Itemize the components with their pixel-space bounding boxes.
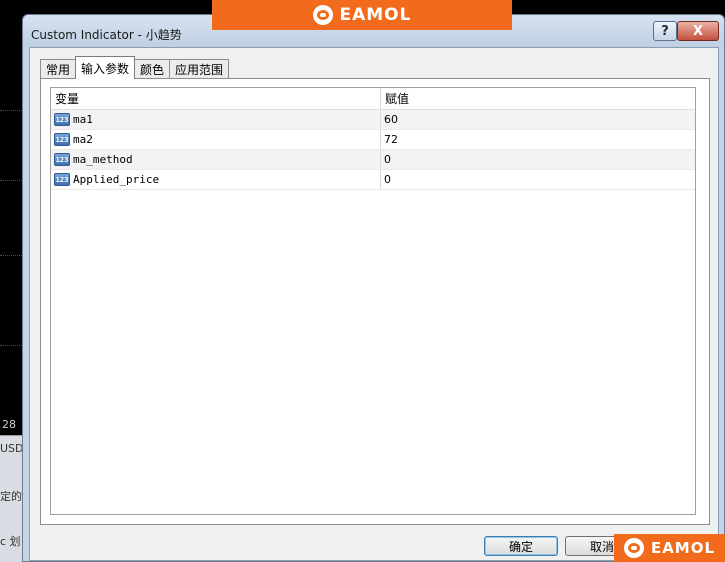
variable-name: Applied_price (73, 173, 160, 186)
tab-colors[interactable]: 颜色 (134, 59, 171, 79)
tab-input-parameters[interactable]: 输入参数 (75, 56, 136, 79)
tab-common[interactable]: 常用 (40, 59, 77, 79)
value-cell[interactable]: 72 (381, 130, 695, 149)
column-header-value[interactable]: 赋值 (381, 88, 695, 109)
table-row[interactable]: 123 ma_method 0 (51, 150, 695, 170)
watermark-text: EAMOL (339, 5, 412, 25)
value-cell[interactable]: 0 (381, 170, 695, 189)
panel-label: c 划 (0, 535, 21, 548)
eamol-logo-icon (623, 538, 644, 558)
input-parameters-panel: 变量 赋值 123 ma1 60 123 ma2 72 123 ma_metho… (40, 78, 710, 525)
watermark-banner-bottom: EAMOL (614, 534, 725, 562)
variable-cell: 123 ma2 (51, 130, 381, 149)
variable-name: ma1 (73, 113, 93, 126)
table-row[interactable]: 123 ma2 72 (51, 130, 695, 150)
tab-visualization[interactable]: 应用范围 (169, 59, 230, 79)
chart-axis-label: 28 (2, 418, 16, 431)
table-header: 变量 赋值 (51, 88, 695, 110)
column-header-variable[interactable]: 变量 (51, 88, 381, 109)
integer-type-icon: 123 (54, 153, 70, 166)
value-cell[interactable]: 0 (381, 150, 695, 169)
integer-type-icon: 123 (54, 113, 70, 126)
variable-name: ma_method (73, 153, 133, 166)
variable-cell: 123 Applied_price (51, 170, 381, 189)
panel-label: 定的 (0, 490, 22, 503)
variable-cell: 123 ma1 (51, 110, 381, 129)
variable-cell: 123 ma_method (51, 150, 381, 169)
integer-type-icon: 123 (54, 133, 70, 146)
table-row[interactable]: 123 ma1 60 (51, 110, 695, 130)
watermark-text: EAMOL (650, 539, 716, 557)
custom-indicator-dialog: Custom Indicator - 小趋势 ? X 常用 输入参数 颜色 应用… (22, 14, 725, 562)
watermark-banner-top: EAMOL (212, 0, 512, 30)
integer-type-icon: 123 (54, 173, 70, 186)
close-button[interactable]: X (677, 21, 719, 41)
panel-label: USD (0, 442, 24, 455)
parameters-table: 变量 赋值 123 ma1 60 123 ma2 72 123 ma_metho… (50, 87, 696, 515)
table-body: 123 ma1 60 123 ma2 72 123 ma_method 0 12… (51, 110, 695, 190)
ok-button[interactable]: 确定 (484, 536, 558, 556)
table-row[interactable]: 123 Applied_price 0 (51, 170, 695, 190)
tab-bar: 常用 输入参数 颜色 应用范围 (40, 56, 230, 79)
dialog-client-area: 常用 输入参数 颜色 应用范围 变量 赋值 123 ma1 60 123 ma2… (29, 47, 719, 561)
window-title: Custom Indicator - 小趋势 (31, 28, 182, 42)
eamol-logo-icon (312, 5, 333, 25)
help-button[interactable]: ? (653, 21, 677, 41)
value-cell[interactable]: 60 (381, 110, 695, 129)
variable-name: ma2 (73, 133, 93, 146)
